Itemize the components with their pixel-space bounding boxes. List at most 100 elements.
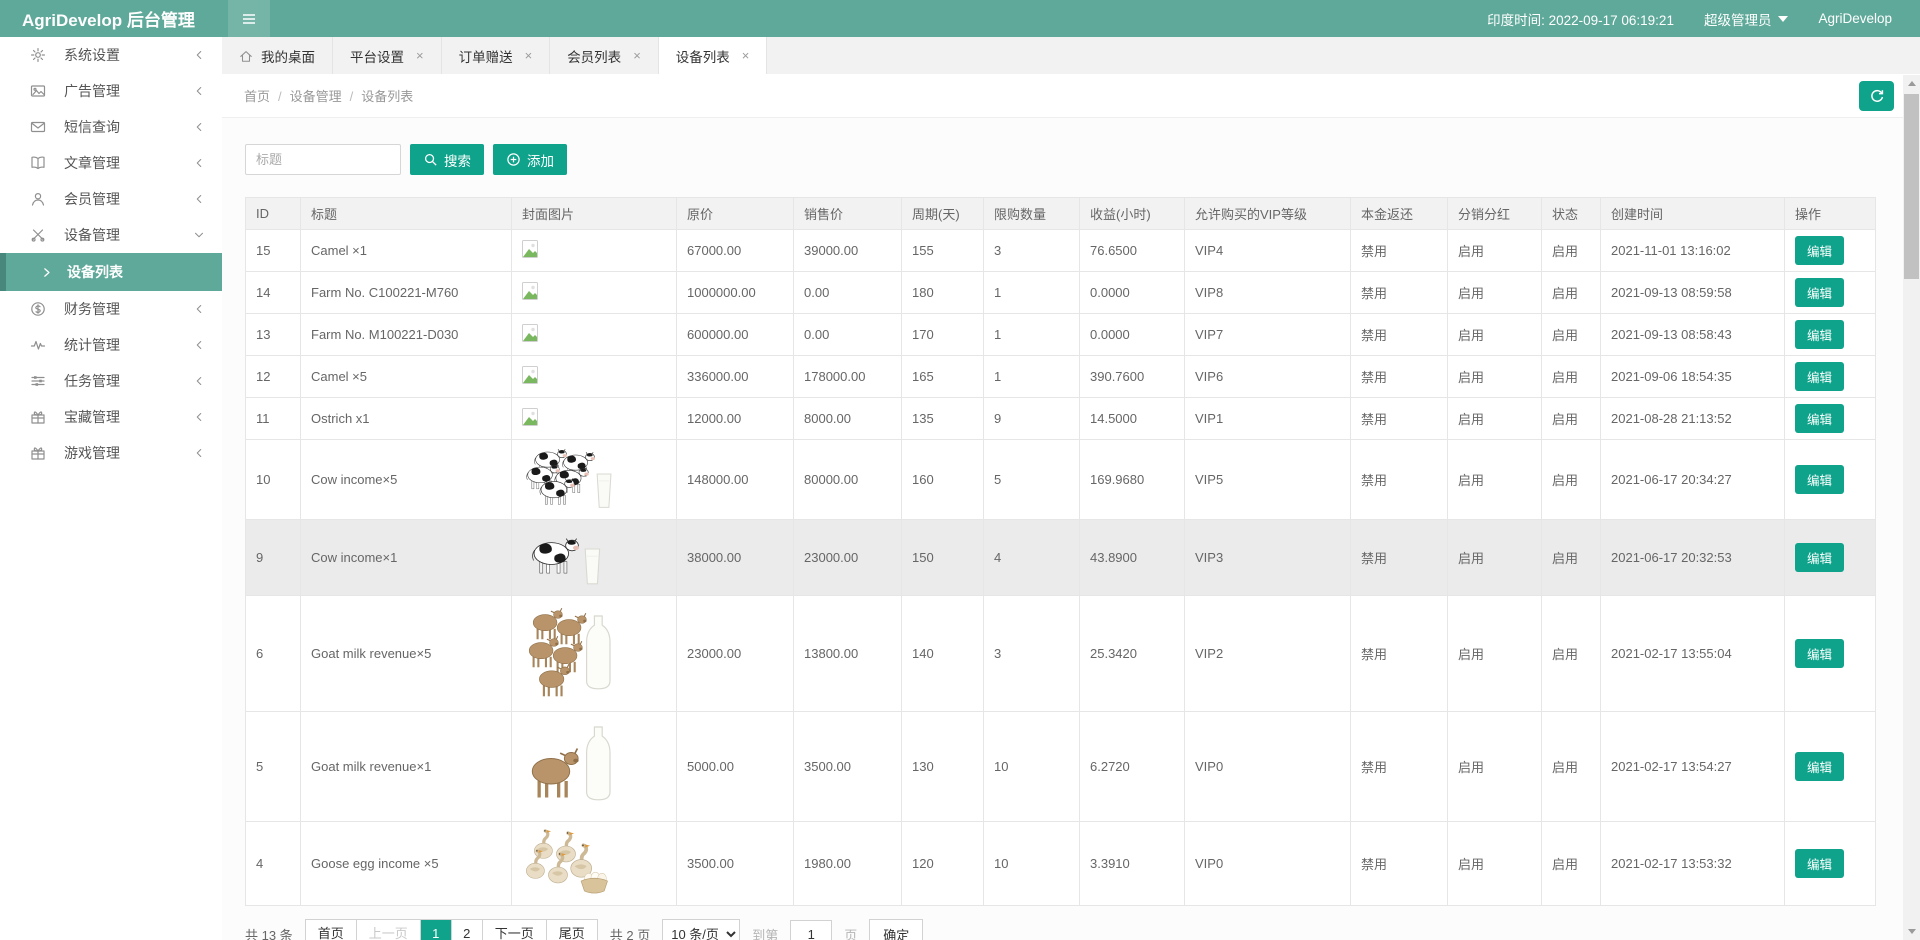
cell-original-price: 336000.00 [677,356,794,398]
cell-id: 14 [246,272,301,314]
search-button[interactable]: 搜索 [410,144,484,175]
cell-vip-level: VIP6 [1185,356,1351,398]
main-area: 我的桌面平台设置×订单赠送×会员列表×设备列表× 首页/设备管理/设备列表 搜索… [222,37,1920,940]
edit-button[interactable]: 编辑 [1795,465,1844,494]
tab-2[interactable]: 订单赠送× [442,37,551,74]
sidebar-item-3[interactable]: 文章管理 [0,145,222,181]
cell-actions: 编辑 [1785,314,1876,356]
cell-period: 170 [902,314,984,356]
page-size-select[interactable]: 10 条/页 [662,919,740,940]
cell-original-price: 23000.00 [677,596,794,712]
cell-title: Goat milk revenue×1 [301,712,512,822]
confirm-button[interactable]: 确定 [869,919,923,940]
edit-button[interactable]: 编辑 [1795,752,1844,781]
cell-id: 9 [246,520,301,596]
vertical-scrollbar[interactable] [1903,75,1920,940]
sidebar-item-9[interactable]: 宝藏管理 [0,399,222,435]
scrollbar-thumb[interactable] [1904,94,1919,279]
pagination-button-group: 首页上一页12下一页尾页 [305,919,598,940]
cell-vip-level: VIP7 [1185,314,1351,356]
tab-4[interactable]: 设备列表 × [659,37,768,74]
goto-page-label: 到第 [752,925,778,940]
role-dropdown[interactable]: 超级管理员 [1704,9,1789,29]
first-page-button[interactable]: 首页 [306,920,357,940]
dollar-icon [30,301,47,318]
gear-icon [30,47,47,64]
page-button-1[interactable]: 1 [421,920,452,940]
table-row-9: 9Cow income×138000.0023000.00150443.8900… [246,520,1876,596]
breadcrumb-item-1[interactable]: 设备管理 [290,89,342,104]
cell-created-time: 2021-09-06 18:54:35 [1601,356,1785,398]
edit-button[interactable]: 编辑 [1795,362,1844,391]
cell-created-time: 2021-02-17 13:53:32 [1601,822,1785,906]
cell-sale-price: 13800.00 [794,596,902,712]
sidebar-item-label: 财务管理 [64,299,120,319]
cell-status: 启用 [1542,822,1601,906]
next-page-button[interactable]: 下一页 [483,920,547,940]
search-input[interactable] [245,144,401,175]
tab-0[interactable]: 我的桌面 [222,37,333,74]
cell-distribution-dividend: 启用 [1448,314,1542,356]
sidebar-item-1[interactable]: 广告管理 [0,73,222,109]
close-icon[interactable]: × [633,48,641,63]
refresh-button[interactable] [1859,81,1894,111]
tab-3[interactable]: 会员列表× [550,37,659,74]
sidebar-item-5[interactable]: 设备管理 [0,217,222,253]
sidebar-item-2[interactable]: 短信查询 [0,109,222,145]
edit-button[interactable]: 编辑 [1795,404,1844,433]
goto-page-input[interactable] [790,920,832,940]
cell-income-per-hour: 14.5000 [1080,398,1185,440]
sidebar-item-label: 游戏管理 [64,443,120,463]
cell-income-per-hour: 76.6500 [1080,230,1185,272]
sidebar-item-8[interactable]: 任务管理 [0,363,222,399]
close-icon[interactable]: × [525,48,533,63]
breadcrumb-item-0[interactable]: 首页 [244,89,270,104]
cell-actions: 编辑 [1785,440,1876,520]
close-icon[interactable]: × [742,48,750,63]
cell-income-per-hour: 6.2720 [1080,712,1185,822]
search-icon [423,152,438,167]
edit-button[interactable]: 编辑 [1795,320,1844,349]
cell-income-per-hour: 3.3910 [1080,822,1185,906]
cell-actions: 编辑 [1785,822,1876,906]
tab-label: 设备列表 [676,46,730,66]
edit-button[interactable]: 编辑 [1795,849,1844,878]
account-name[interactable]: AgriDevelop [1818,11,1892,26]
table-row-6: 6Goat milk revenue×523000.0013800.001403… [246,596,1876,712]
cell-created-time: 2021-02-17 13:55:04 [1601,596,1785,712]
sidebar-item-6[interactable]: 财务管理 [0,291,222,327]
edit-button[interactable]: 编辑 [1795,639,1844,668]
cell-title: Camel ×5 [301,356,512,398]
menu-toggle-button[interactable] [228,0,270,37]
edit-button[interactable]: 编辑 [1795,278,1844,307]
sidebar-item-7[interactable]: 统计管理 [0,327,222,363]
sidebar-item-label: 宝藏管理 [64,407,120,427]
sliders-icon [30,373,47,390]
cell-actions: 编辑 [1785,272,1876,314]
table-header-row: ID标题封面图片原价销售价周期(天)限购数量收益(小时)允许购买的VIP等级本金… [246,198,1876,230]
image-icon [30,83,47,100]
edit-button[interactable]: 编辑 [1795,236,1844,265]
cell-actions: 编辑 [1785,712,1876,822]
cell-sale-price: 3500.00 [794,712,902,822]
close-icon[interactable]: × [416,48,424,63]
add-button[interactable]: 添加 [493,144,567,175]
tab-1[interactable]: 平台设置× [333,37,442,74]
cell-distribution-dividend: 启用 [1448,272,1542,314]
scrollbar-down-arrow-icon[interactable] [1903,923,1920,940]
scrollbar-up-arrow-icon[interactable] [1903,75,1920,92]
chevron-left-icon [192,446,206,460]
cell-principal-return: 禁用 [1351,822,1448,906]
top-header: AgriDevelop 后台管理 印度时间: 2022-09-17 06:19:… [0,0,1920,37]
chevron-down-icon [192,228,206,242]
cover-image-broken-image [512,230,677,272]
sidebar-item-0[interactable]: 系统设置 [0,37,222,73]
sidebar-subitem-active[interactable]: 设备列表 [0,253,222,291]
sidebar-item-10[interactable]: 游戏管理 [0,435,222,471]
sidebar-item-4[interactable]: 会员管理 [0,181,222,217]
page-button-2[interactable]: 2 [452,920,483,940]
table-row-4: 4Goose egg income ×53500.001980.00120103… [246,822,1876,906]
table-row-11: 11Ostrich x112000.008000.00135914.5000VI… [246,398,1876,440]
edit-button[interactable]: 编辑 [1795,543,1844,572]
last-page-button[interactable]: 尾页 [547,920,597,940]
